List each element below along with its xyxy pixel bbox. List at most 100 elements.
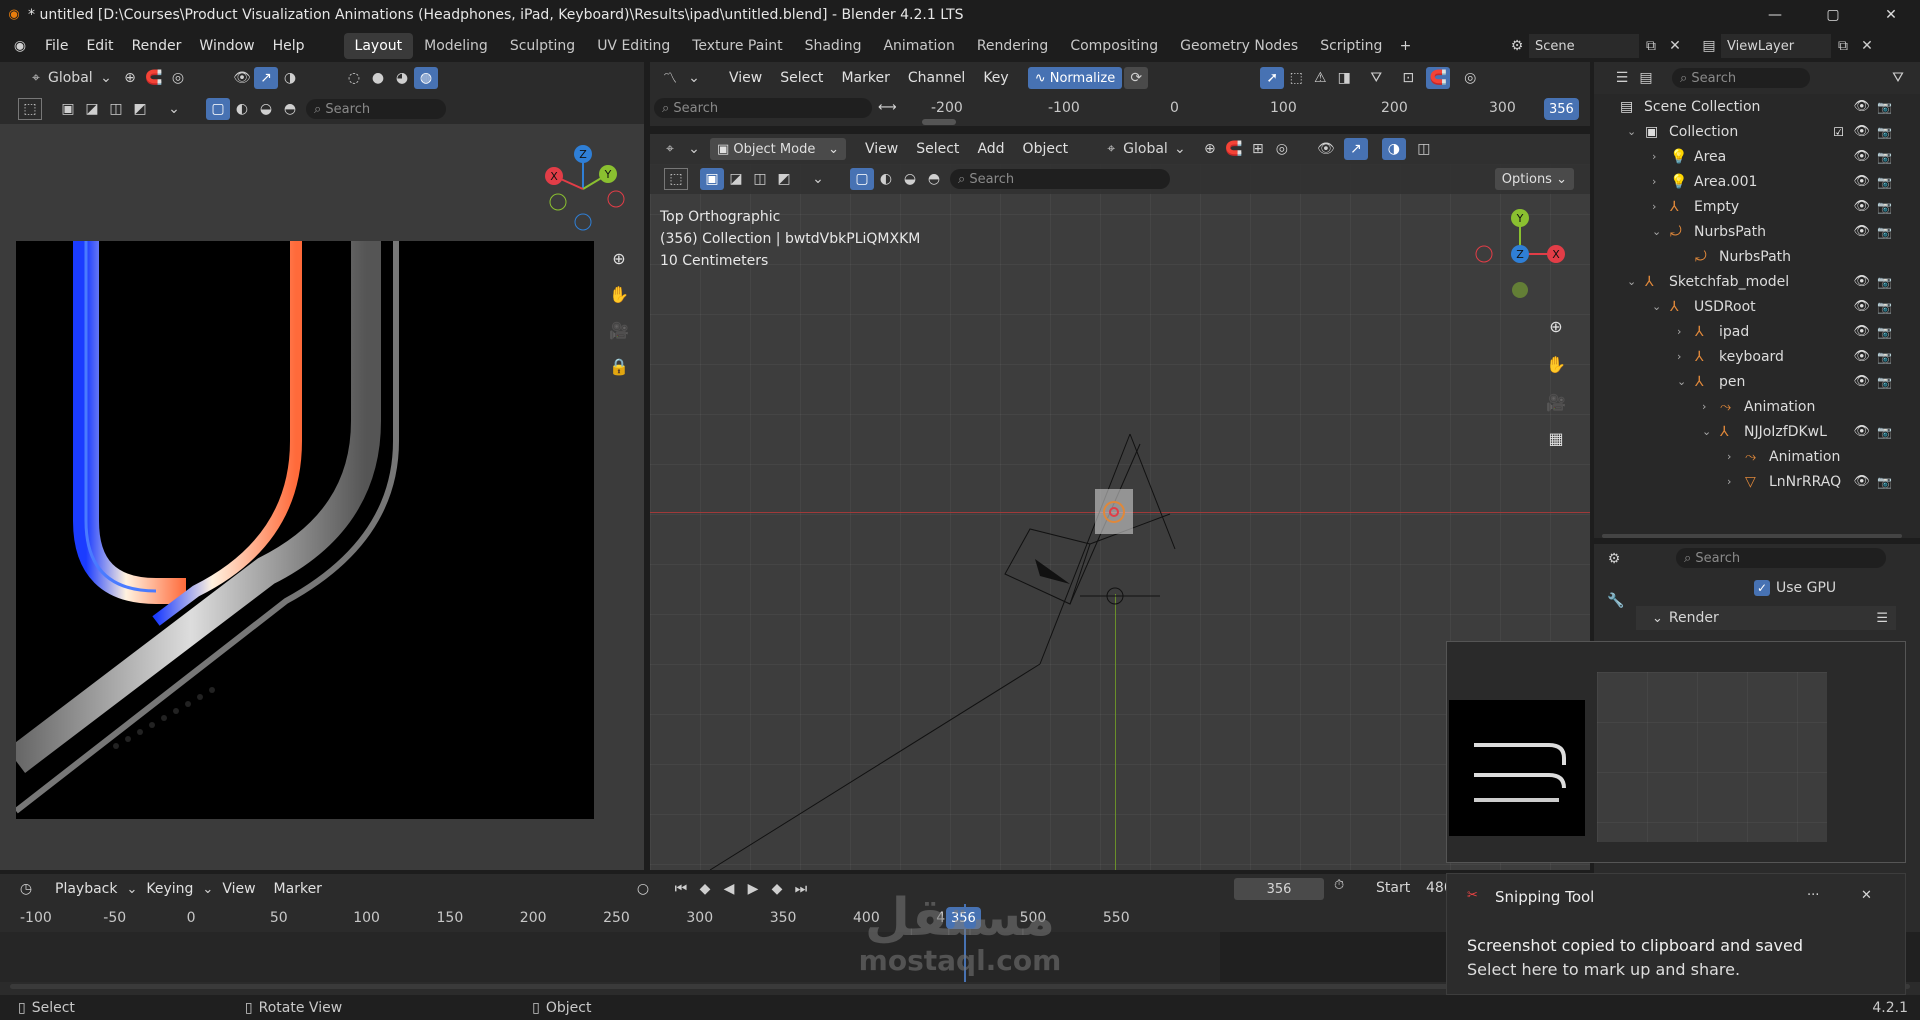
pivot-icon[interactable]: ⊡ [1396,67,1420,89]
grid-toggle-icon[interactable]: ▦ [1542,424,1570,452]
visibility-eye-icon[interactable]: 👁 [1853,474,1870,489]
solid-shading-icon[interactable]: ● [366,67,390,89]
stopwatch-icon[interactable]: ⏱ [1334,878,1344,893]
expand-chevron-icon[interactable]: › [1727,450,1731,463]
proportional-edit-icon[interactable]: ◎ [1270,138,1294,160]
chevron-down-icon[interactable]: ⌄ [682,138,706,160]
graph-menu-marker[interactable]: Marker [832,70,898,86]
more-options-button[interactable]: ··· [1807,888,1819,903]
render-camera-icon[interactable]: 📷 [1877,325,1892,339]
swap-icon[interactable]: ⟷ [878,100,897,115]
snap-icon[interactable]: 🧲 [1426,67,1451,89]
tab-modeling[interactable]: Modeling [413,33,499,59]
xray-icon[interactable]: ◫ [1412,138,1436,160]
camera-viewport[interactable]: Z Y X ⊕ ✋ 🎥 🔒 [0,124,644,870]
filter-object-icon[interactable]: ▢ [206,98,230,120]
tab-sculpting[interactable]: Sculpting [499,33,586,59]
visibility-eye-icon[interactable]: 👁 [1853,424,1870,439]
pan-hand-icon[interactable]: ✋ [1542,350,1570,378]
timeline-menu-playback[interactable]: Playback [46,881,126,897]
play-reverse-icon[interactable]: ◀ [717,878,741,900]
tab-uv-editing[interactable]: UV Editing [586,33,681,59]
viewlayer-icon[interactable]: ▤ [1697,35,1721,57]
render-camera-icon[interactable]: 📷 [1877,350,1892,364]
viewport-navigation-gizmo[interactable]: Y X Z [1470,204,1570,304]
screenshot-thumbnail[interactable] [1446,641,1906,863]
outliner-row-collection[interactable]: ⌄ ▣ Collection 👁 📷 ☑ [1594,119,1904,144]
visibility-icon[interactable]: 👁 [1314,138,1338,160]
outliner-row-nurbspath[interactable]: ⤾ NurbsPath [1594,244,1904,269]
editor-type-icon[interactable]: ⌖ [658,138,682,160]
collection-checkbox-icon[interactable]: ☑ [1833,125,1844,139]
select-tool-icon[interactable]: ⬚ [18,98,42,120]
tab-layout[interactable]: Layout [343,33,414,59]
expand-chevron-icon[interactable]: ⌄ [1627,275,1636,288]
visibility-eye-icon[interactable]: 👁 [1853,149,1870,164]
zoom-icon[interactable]: ⊕ [1542,312,1570,340]
outliner-type-icon[interactable]: ☰ [1610,67,1634,89]
only-selected-icon[interactable]: ➚ [1260,67,1285,89]
timeline-type-icon[interactable]: ◷ [14,878,38,900]
lock-icon[interactable]: 🔒 [605,352,633,380]
expand-chevron-icon[interactable]: ⌄ [1677,375,1686,388]
object-mode-dropdown[interactable]: ▣ Object Mode ⌄ [710,138,846,160]
viewlayer-name-field[interactable]: ViewLayer [1721,34,1831,58]
outliner-row-area-001[interactable]: › 💡 Area.001 👁 📷 [1594,169,1904,194]
tab-texture-paint[interactable]: Texture Paint [681,33,793,59]
overlay-icon[interactable]: ◑ [278,67,302,89]
use-gpu-checkbox[interactable]: ✓ Use GPU [1754,580,1836,596]
tab-geometry-nodes[interactable]: Geometry Nodes [1169,33,1309,59]
outliner-row-area[interactable]: › 💡 Area 👁 📷 [1594,144,1904,169]
pan-hand-icon[interactable]: ✋ [605,280,633,308]
add-workspace-icon[interactable]: + [1393,35,1417,57]
close-notification-button[interactable]: ✕ [1861,888,1872,903]
filter-light-icon[interactable]: ◒ [254,98,278,120]
expand-chevron-icon[interactable]: ⌄ [1652,300,1661,313]
render-camera-icon[interactable]: 📷 [1877,375,1892,389]
minimize-button[interactable]: — [1746,0,1804,30]
orientation-dropdown[interactable]: Global [1123,141,1168,157]
render-camera-icon[interactable]: 📷 [1877,275,1892,289]
viewport-menu-view[interactable]: View [856,141,907,157]
viewport-menu-select[interactable]: Select [907,141,968,157]
timeline-menu-keying[interactable]: Keying [137,881,202,897]
jump-start-icon[interactable]: ⏮ [669,878,693,900]
rendered-shading-icon[interactable]: ◍ [414,67,438,89]
visibility-eye-icon[interactable]: 👁 [1853,349,1870,364]
snap-icon[interactable]: 🧲 [142,67,166,89]
graph-menu-key[interactable]: Key [974,70,1017,86]
select-mode-new-icon[interactable]: ▣ [56,98,80,120]
play-icon[interactable]: ▶ [741,878,765,900]
delete-scene-icon[interactable]: ✕ [1663,35,1687,57]
visibility-eye-icon[interactable]: 👁 [1853,274,1870,289]
outliner-row-animation[interactable]: › ⤳ Animation [1594,444,1904,469]
ghost-icon[interactable]: ◨ [1332,67,1356,89]
tab-shading[interactable]: Shading [794,33,873,59]
scene-name-field[interactable]: Scene [1529,34,1639,58]
orientation-dropdown[interactable]: Global [48,70,94,86]
expand-chevron-icon[interactable]: ⌄ [1627,125,1636,138]
visibility-eye-icon[interactable]: 👁 [1853,224,1870,239]
tool-tab-icon[interactable]: 🔧 [1604,590,1628,612]
expand-chevron-icon[interactable]: › [1652,200,1656,213]
expand-chevron-icon[interactable]: › [1652,175,1656,188]
render-panel-header[interactable]: ⌄ Render ☰ [1636,606,1896,630]
visibility-icon[interactable]: 👁 [230,67,254,89]
zoom-icon[interactable]: ⊕ [605,244,633,272]
new-viewlayer-icon[interactable]: ⧉ [1831,35,1855,57]
proportional-edit-icon[interactable]: ◎ [166,67,190,89]
expand-chevron-icon[interactable]: › [1677,325,1681,338]
navigation-gizmo[interactable]: Z Y X [538,144,628,234]
visibility-eye-icon[interactable]: 👁 [1853,124,1870,139]
filter-icon[interactable]: ⛛ [1886,67,1910,89]
prev-keyframe-icon[interactable]: ◆ [693,878,717,900]
graph-menu-select[interactable]: Select [771,70,832,86]
timeline-menu-marker[interactable]: Marker [265,881,331,897]
menu-edit[interactable]: Edit [77,38,122,54]
outliner-search-input[interactable]: ⌕ Search [1672,68,1810,88]
select-mode-invert-icon[interactable]: ◩ [128,98,152,120]
expand-chevron-icon[interactable]: › [1702,400,1706,413]
render-camera-icon[interactable]: 📷 [1877,300,1892,314]
select-mode-extend-icon[interactable]: ◪ [80,98,104,120]
outliner-scrollbar[interactable] [1602,534,1902,538]
